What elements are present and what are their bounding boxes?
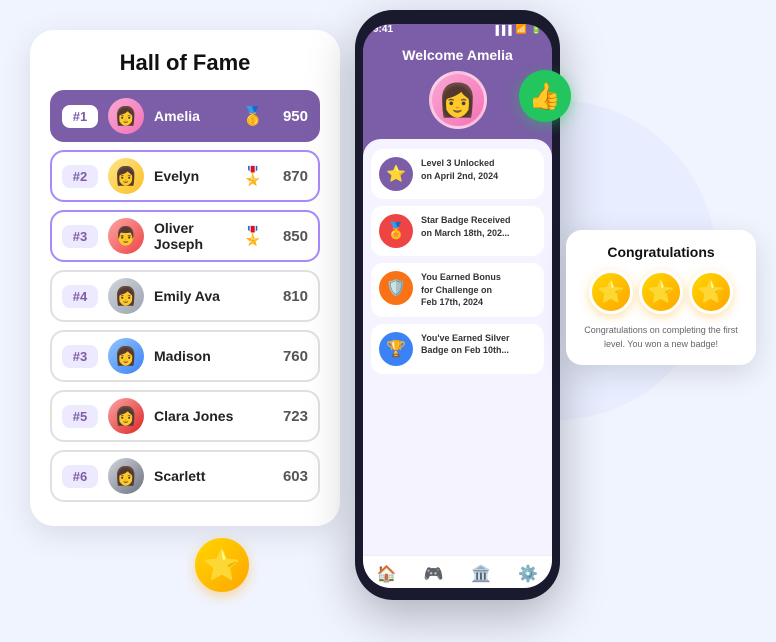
congrats-description: Congratulations on completing the first … bbox=[580, 324, 742, 351]
phone-welcome: Welcome Amelia bbox=[373, 47, 542, 63]
hof-name-6: Clara Jones bbox=[154, 408, 266, 424]
medal-3: 🎖️ bbox=[242, 226, 264, 247]
avatar-madison: 👩 bbox=[108, 338, 144, 374]
hof-name-3: Oliver Joseph bbox=[154, 220, 230, 252]
status-bar: 9:41 ▐▐▐ 📶 🔋 bbox=[363, 24, 552, 35]
hof-row-7[interactable]: #6 👩 Scarlett 603 bbox=[50, 450, 320, 502]
avatar-emily: 👩 bbox=[108, 278, 144, 314]
hof-score-2: 870 bbox=[276, 168, 308, 185]
rank-badge-3: #3 bbox=[62, 225, 98, 248]
rank-badge-1: #1 bbox=[62, 105, 98, 128]
activity-icon-4: 🏆 bbox=[379, 332, 413, 366]
congrats-card: Congratulations ⭐ ⭐ ⭐ Congratulations on… bbox=[566, 230, 756, 365]
thumbs-up-badge: 👍 bbox=[519, 70, 571, 122]
hof-row-5[interactable]: #3 👩 Madison 760 bbox=[50, 330, 320, 382]
hof-name-7: Scarlett bbox=[154, 468, 266, 484]
hof-name-1: Amelia bbox=[154, 108, 230, 124]
star-decoration: ⭐ bbox=[195, 538, 249, 592]
activity-icon-2: 🏅 bbox=[379, 214, 413, 248]
hof-row-1[interactable]: #1 👩 Amelia 🥇 950 bbox=[50, 90, 320, 142]
rank-badge-6: #5 bbox=[62, 405, 98, 428]
avatar-evelyn: 👩 bbox=[108, 158, 144, 194]
rank-badge-7: #6 bbox=[62, 465, 98, 488]
avatar-scarlett: 👩 bbox=[108, 458, 144, 494]
activity-item-3[interactable]: 🛡️ You Earned Bonusfor Challenge onFeb 1… bbox=[371, 263, 544, 317]
hof-title: Hall of Fame bbox=[50, 50, 320, 76]
hof-row-2[interactable]: #2 👩 Evelyn 🎖️ 870 bbox=[50, 150, 320, 202]
congrats-star-3: ⭐ bbox=[689, 270, 733, 314]
activity-item-1[interactable]: ⭐ Level 3 Unlockedon April 2nd, 2024 bbox=[371, 149, 544, 199]
nav-games[interactable]: 🎮 bbox=[424, 564, 444, 584]
phone-time: 9:41 bbox=[373, 24, 393, 35]
hof-name-2: Evelyn bbox=[154, 168, 230, 184]
hof-row-6[interactable]: #5 👩 Clara Jones 723 bbox=[50, 390, 320, 442]
activity-item-2[interactable]: 🏅 Star Badge Receivedon March 18th, 202.… bbox=[371, 206, 544, 256]
congrats-stars: ⭐ ⭐ ⭐ bbox=[580, 270, 742, 314]
activity-icon-1: ⭐ bbox=[379, 157, 413, 191]
rank-badge-2: #2 bbox=[62, 165, 98, 188]
phone-user-avatar: 👩 bbox=[429, 71, 487, 129]
hof-name-5: Madison bbox=[154, 348, 266, 364]
medal-2: 🎖️ bbox=[242, 166, 264, 187]
nav-settings[interactable]: ⚙️ bbox=[518, 564, 538, 584]
activity-icon-3: 🛡️ bbox=[379, 271, 413, 305]
activity-text-4: You've Earned SilverBadge on Feb 10th... bbox=[421, 332, 510, 357]
congrats-star-1: ⭐ bbox=[589, 270, 633, 314]
congrats-title: Congratulations bbox=[580, 244, 742, 260]
hof-score-6: 723 bbox=[276, 408, 308, 425]
phone-nav: 🏠 🎮 🏛️ ⚙️ bbox=[363, 555, 552, 588]
nav-home[interactable]: 🏠 bbox=[377, 564, 397, 584]
hof-row-4[interactable]: #4 👩 Emily Ava 810 bbox=[50, 270, 320, 322]
hof-score-7: 603 bbox=[276, 468, 308, 485]
hof-score-5: 760 bbox=[276, 348, 308, 365]
avatar-amelia: 👩 bbox=[108, 98, 144, 134]
avatar-clara: 👩 bbox=[108, 398, 144, 434]
hof-name-4: Emily Ava bbox=[154, 288, 266, 304]
hall-of-fame-card: Hall of Fame #1 👩 Amelia 🥇 950 #2 👩 Evel… bbox=[30, 30, 340, 526]
rank-badge-4: #4 bbox=[62, 285, 98, 308]
activity-text-1: Level 3 Unlockedon April 2nd, 2024 bbox=[421, 157, 498, 182]
hof-score-3: 850 bbox=[276, 228, 308, 245]
rank-badge-5: #3 bbox=[62, 345, 98, 368]
congrats-star-2: ⭐ bbox=[639, 270, 683, 314]
hof-score-1: 950 bbox=[276, 108, 308, 125]
hof-score-4: 810 bbox=[276, 288, 308, 305]
avatar-oliver: 👨 bbox=[108, 218, 144, 254]
nav-rankings[interactable]: 🏛️ bbox=[471, 564, 491, 584]
hof-row-3[interactable]: #3 👨 Oliver Joseph 🎖️ 850 bbox=[50, 210, 320, 262]
phone-content: ⭐ Level 3 Unlockedon April 2nd, 2024 🏅 S… bbox=[363, 139, 552, 555]
medal-1: 🥇 bbox=[242, 106, 264, 127]
activity-text-2: Star Badge Receivedon March 18th, 202... bbox=[421, 214, 511, 239]
activity-item-4[interactable]: 🏆 You've Earned SilverBadge on Feb 10th.… bbox=[371, 324, 544, 374]
phone-status-icons: ▐▐▐ 📶 🔋 bbox=[492, 24, 542, 35]
activity-text-3: You Earned Bonusfor Challenge onFeb 17th… bbox=[421, 271, 501, 309]
